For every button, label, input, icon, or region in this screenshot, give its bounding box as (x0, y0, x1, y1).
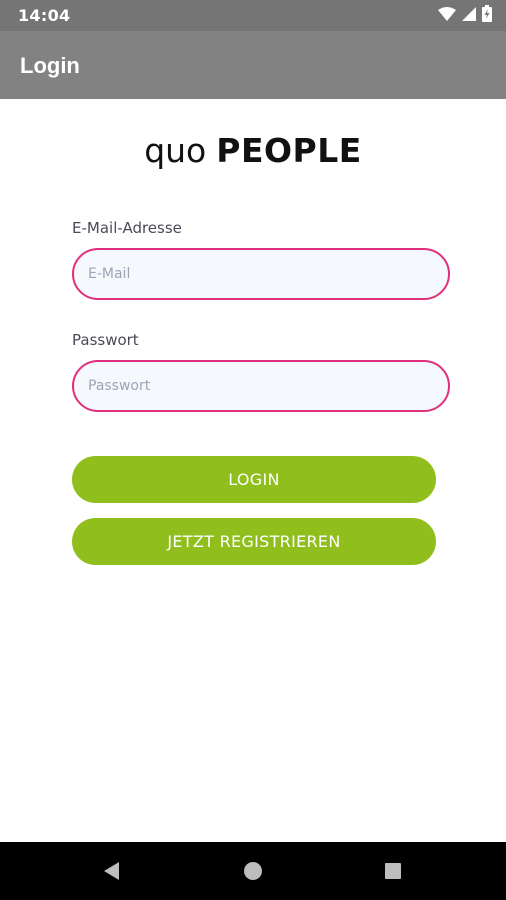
logo-text-light: quo (144, 131, 207, 170)
logo-text-bold: PEOPLE (216, 131, 362, 170)
password-label: Passwort (72, 331, 139, 349)
status-time: 14:04 (18, 6, 71, 25)
wifi-icon (438, 6, 456, 26)
app-logo: quo PEOPLE (0, 128, 506, 173)
navigation-bar (0, 842, 506, 900)
status-bar: 14:04 (0, 0, 506, 31)
register-button[interactable]: JETZT REGISTRIEREN (72, 518, 436, 565)
email-label: E-Mail-Adresse (72, 219, 182, 237)
signal-icon (462, 6, 476, 26)
home-icon[interactable] (223, 842, 283, 900)
battery-charging-icon (482, 5, 492, 27)
app-bar: Login (0, 31, 506, 99)
email-input[interactable] (72, 248, 450, 300)
page-title: Login (20, 53, 80, 78)
password-input[interactable] (72, 360, 450, 412)
recents-icon[interactable] (363, 842, 423, 900)
status-icons (438, 5, 492, 27)
login-button[interactable]: LOGIN (72, 456, 436, 503)
back-icon[interactable] (82, 842, 142, 900)
